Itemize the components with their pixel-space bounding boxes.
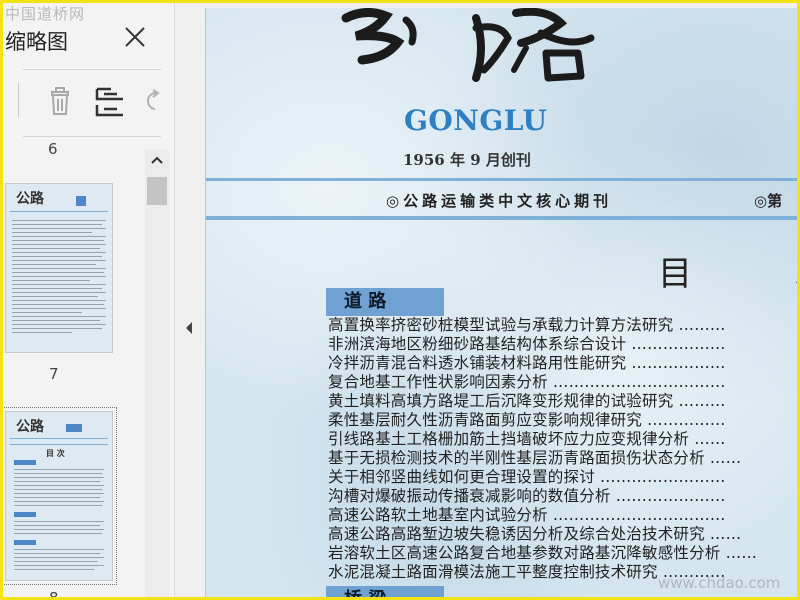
article-item[interactable]: 复合地基工作性状影响因素分析 …………………………… bbox=[328, 373, 797, 392]
section-bridge-header: 桥 梁 bbox=[326, 586, 444, 597]
page-number-6: 6 bbox=[48, 140, 58, 158]
article-item[interactable]: 黄土填料高填方路堤工后沉降变形规律的试验研究 ……… bbox=[328, 392, 797, 411]
watermark-top: 中国道桥网 bbox=[5, 5, 86, 23]
thumbnail-panel: 中国道桥网 缩略图 6 公路 7 公路 目 次 bbox=[3, 3, 175, 597]
article-item[interactable]: 关于相邻竖曲线如何更合理设置的探讨 …………………… bbox=[328, 468, 797, 487]
extract-page-button[interactable] bbox=[93, 83, 127, 119]
triangle-left-icon bbox=[186, 322, 192, 334]
extract-page-icon bbox=[95, 87, 123, 117]
document-page[interactable]: GONGLU 1956 年 9 月创刊 ◎公路运输类中文核心期刊 ◎第 目 次 … bbox=[205, 8, 797, 597]
journal-calligraphy-logo bbox=[341, 8, 595, 82]
panel-title: 缩略图 bbox=[5, 30, 68, 54]
article-item[interactable]: 高速公路高路堑边坡失稳诱因分析及综合处治技术研究 …… bbox=[328, 525, 797, 544]
trash-icon bbox=[51, 87, 69, 115]
article-list: 高置换率挤密砂桩模型试验与承载力计算方法研究 ……… 非洲滨海地区粉细砂路基结构… bbox=[328, 316, 797, 582]
article-item[interactable]: 柔性基层耐久性沥青路面剪应变影响规律研究 …………… bbox=[328, 411, 797, 430]
founded-date: 1956 年 9 月创刊 bbox=[403, 151, 531, 169]
thumbnail-page-8[interactable]: 公路 目 次 bbox=[3, 407, 117, 585]
header-rule-bottom bbox=[206, 216, 797, 220]
core-journal-badge-2: ◎第 bbox=[754, 192, 783, 210]
article-item[interactable]: 引线路基土工格栅加筋土挡墙破坏应力应变规律分析 …… bbox=[328, 430, 797, 449]
section-road-header: 道 路 bbox=[326, 288, 444, 316]
page-number-8: 8 bbox=[49, 589, 59, 597]
close-button[interactable] bbox=[121, 23, 149, 51]
chevron-up-icon bbox=[151, 156, 163, 164]
thumbnail-page-7[interactable]: 公路 bbox=[5, 183, 113, 353]
article-item[interactable]: 冷拌沥青混合料透水铺装材料路用性能研究 ……………… bbox=[328, 354, 797, 373]
delete-page-button[interactable] bbox=[43, 83, 77, 119]
toc-title: 目 次 bbox=[658, 254, 797, 294]
article-item[interactable]: 沟槽对爆破振动传播衰减影响的数值分析 ………………… bbox=[328, 487, 797, 506]
core-journal-badge: ◎公路运输类中文核心期刊 bbox=[386, 192, 613, 210]
rotate-icon bbox=[146, 89, 160, 110]
scroll-thumb[interactable] bbox=[147, 177, 167, 205]
toolbar-separator bbox=[23, 136, 161, 137]
page-number-7: 7 bbox=[49, 365, 59, 383]
rotate-page-button[interactable] bbox=[139, 83, 163, 119]
thumbnail-scrollbar[interactable] bbox=[145, 149, 169, 597]
panel-separator bbox=[23, 69, 161, 70]
article-item[interactable]: 基于无损检测技术的半刚性基层沥青路面损伤状态分析 …… bbox=[328, 449, 797, 468]
scroll-up-button[interactable] bbox=[145, 149, 169, 173]
article-item[interactable]: 岩溶软土区高速公路复合地基参数对路基沉降敏感性分析 …… bbox=[328, 544, 797, 563]
header-rule-top bbox=[206, 178, 797, 181]
journal-name: GONGLU bbox=[404, 104, 548, 137]
article-item[interactable]: 高速公路软土地基室内试验分析 …………………………… bbox=[328, 506, 797, 525]
toolbar-divider bbox=[18, 83, 19, 117]
watermark-bottom: www.chdao.com bbox=[658, 574, 781, 592]
close-icon bbox=[125, 27, 145, 47]
article-item[interactable]: 非洲滨海地区粉细砂路基结构体系综合设计 ……………… bbox=[328, 335, 797, 354]
app-frame: 中国道桥网 缩略图 6 公路 7 公路 目 次 GONGLU 1956 年 9 … bbox=[3, 3, 797, 597]
article-item[interactable]: 高置换率挤密砂桩模型试验与承载力计算方法研究 ……… bbox=[328, 316, 797, 335]
collapse-panel-button[interactable] bbox=[183, 319, 195, 337]
